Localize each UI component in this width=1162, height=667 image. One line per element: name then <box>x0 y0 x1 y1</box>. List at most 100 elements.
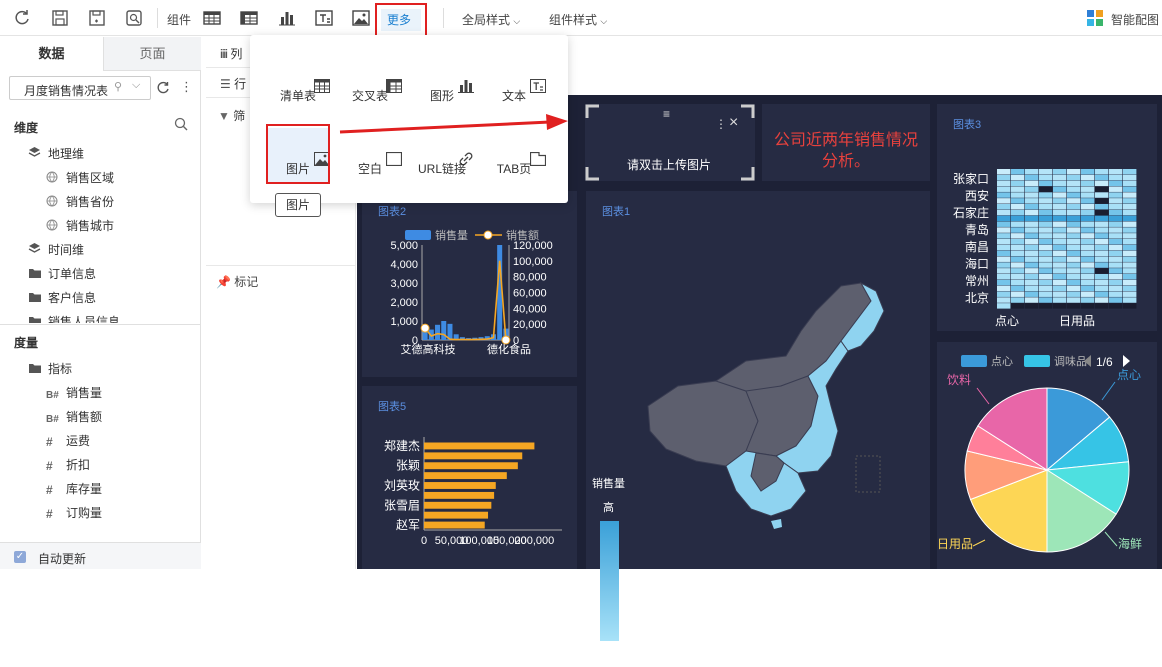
heatmap-cell[interactable] <box>1123 233 1137 239</box>
heatmap-cell[interactable] <box>1025 279 1039 286</box>
heatmap-cell[interactable] <box>1025 221 1039 227</box>
heatmap-cell[interactable] <box>1067 262 1081 268</box>
measure-item[interactable]: # 库存量 <box>0 479 200 499</box>
heatmap-cell[interactable] <box>1039 174 1053 181</box>
heatmap-cell[interactable] <box>1109 274 1123 280</box>
chart3-card[interactable]: 图表3 张家口 西安 石家庄 青岛 南昌 海口 常州 北京 点心 日用品 <box>937 104 1157 331</box>
heatmap-cell[interactable] <box>1067 239 1081 245</box>
heatmap-cell[interactable] <box>1067 279 1081 286</box>
heatmap-cell[interactable] <box>1095 256 1109 262</box>
image-icon[interactable] <box>351 8 371 28</box>
heatmap-cell[interactable] <box>1095 262 1109 268</box>
global-style-button[interactable]: 全局样式 ⌵ <box>462 11 520 28</box>
heatmap-cell[interactable] <box>1039 262 1053 268</box>
heatmap-cell[interactable] <box>1095 291 1109 297</box>
heatmap-cell[interactable] <box>1095 209 1109 216</box>
heatmap-cell[interactable] <box>1123 274 1137 280</box>
heatmap-cell[interactable] <box>1109 239 1123 245</box>
bar[interactable] <box>424 452 523 460</box>
heatmap-cell[interactable] <box>1011 198 1025 204</box>
save-as-icon[interactable] <box>87 8 107 28</box>
heatmap-cell[interactable] <box>1067 250 1081 257</box>
heatmap-cell[interactable] <box>1109 215 1123 222</box>
measure-item[interactable]: # 折扣 <box>0 455 200 475</box>
heatmap-cell[interactable] <box>1011 256 1025 262</box>
heatmap-cell[interactable] <box>1039 180 1053 187</box>
heatmap-cell[interactable] <box>1095 250 1109 257</box>
heatmap-cell[interactable] <box>1123 279 1137 286</box>
auto-refresh-checkbox[interactable]: ✓ <box>14 551 26 563</box>
heatmap-cell[interactable] <box>1067 297 1081 303</box>
heatmap-cell[interactable] <box>1081 169 1095 175</box>
heatmap-cell[interactable] <box>997 227 1011 233</box>
heatmap-cell[interactable] <box>1025 239 1039 245</box>
heatmap-cell[interactable] <box>1109 233 1123 239</box>
heatmap-cell[interactable] <box>1095 169 1109 175</box>
popup-item-list-table[interactable]: 清单表 <box>266 55 330 111</box>
refresh-icon[interactable] <box>12 8 32 28</box>
heatmap-cell[interactable] <box>1039 198 1053 204</box>
heatmap-cell[interactable] <box>1011 279 1025 286</box>
bar[interactable] <box>424 501 492 509</box>
chart5-card[interactable]: 图表5 郑建杰 张颖 刘英玫 张雪眉 赵军 0 50,000 100,000 150,000 20… <box>362 386 577 569</box>
heatmap-cell[interactable] <box>1081 221 1095 227</box>
heatmap-cell[interactable] <box>1039 268 1053 274</box>
heatmap-cell[interactable] <box>1095 239 1109 245</box>
bar[interactable] <box>424 521 485 529</box>
filter-shelf[interactable]: ▼ 筛 <box>218 107 245 124</box>
heatmap-cell[interactable] <box>1081 192 1095 198</box>
heatmap-cell[interactable] <box>1067 209 1081 216</box>
heatmap-cell[interactable] <box>1039 297 1053 303</box>
heatmap-cell[interactable] <box>1039 303 1053 309</box>
bar[interactable] <box>424 491 495 499</box>
heatmap-cell[interactable] <box>1123 297 1137 303</box>
heatmap-cell[interactable] <box>997 256 1011 262</box>
heatmap-cell[interactable] <box>1053 244 1067 251</box>
heatmap-cell[interactable] <box>1039 186 1053 192</box>
heatmap-cell[interactable] <box>1123 244 1137 251</box>
heatmap-cell[interactable] <box>1123 204 1137 210</box>
heatmap-cell[interactable] <box>1053 192 1067 198</box>
heatmap-cell[interactable] <box>1123 239 1137 245</box>
bar[interactable] <box>435 324 441 340</box>
dimension-item[interactable]: 销售省份 <box>0 192 200 212</box>
component-style-button[interactable]: 组件样式 ⌵ <box>549 11 607 28</box>
heatmap-cell[interactable] <box>1109 297 1123 303</box>
heatmap-cell[interactable] <box>1081 180 1095 187</box>
heatmap-cell[interactable] <box>1095 186 1109 192</box>
heatmap-cell[interactable] <box>1025 233 1039 239</box>
heatmap-cell[interactable] <box>1095 227 1109 233</box>
heatmap-cell[interactable] <box>1067 233 1081 239</box>
heatmap-cell[interactable] <box>1011 186 1025 192</box>
heatmap-cell[interactable] <box>997 198 1011 204</box>
heatmap-cell[interactable] <box>1025 169 1039 175</box>
headline-text-card[interactable]: 公司近两年销售情况分析。 <box>762 104 930 181</box>
heatmap-cell[interactable] <box>1067 215 1081 222</box>
heatmap-cell[interactable] <box>1095 285 1109 292</box>
heatmap-cell[interactable] <box>1067 227 1081 233</box>
legend-next-icon[interactable] <box>1123 355 1130 367</box>
marks-shelf[interactable]: 📌 标记 <box>216 273 258 290</box>
heatmap-cell[interactable] <box>1123 209 1137 216</box>
heatmap-cell[interactable] <box>1081 274 1095 280</box>
heatmap-cell[interactable] <box>1011 239 1025 245</box>
heatmap-cell[interactable] <box>1067 192 1081 198</box>
heatmap-cell[interactable] <box>1053 303 1067 309</box>
dimension-item[interactable]: 时间维 <box>0 240 200 260</box>
map-legend-gradient[interactable] <box>600 521 619 641</box>
heatmap-cell[interactable] <box>997 297 1011 303</box>
heatmap-cell[interactable] <box>1039 279 1053 286</box>
heatmap-cell[interactable] <box>1039 244 1053 251</box>
bar[interactable] <box>424 472 507 480</box>
heatmap-cell[interactable] <box>1081 198 1095 204</box>
heatmap-cell[interactable] <box>1025 227 1039 233</box>
heatmap-cell[interactable] <box>1081 227 1095 233</box>
heatmap-cell[interactable] <box>1067 186 1081 192</box>
heatmap-cell[interactable] <box>997 221 1011 227</box>
heatmap-cell[interactable] <box>1123 268 1137 274</box>
heatmap-cell[interactable] <box>1123 169 1137 175</box>
heatmap-cell[interactable] <box>1109 303 1123 309</box>
heatmap-cell[interactable] <box>1081 204 1095 210</box>
heatmap-cell[interactable] <box>1109 192 1123 198</box>
heatmap-cell[interactable] <box>997 274 1011 280</box>
